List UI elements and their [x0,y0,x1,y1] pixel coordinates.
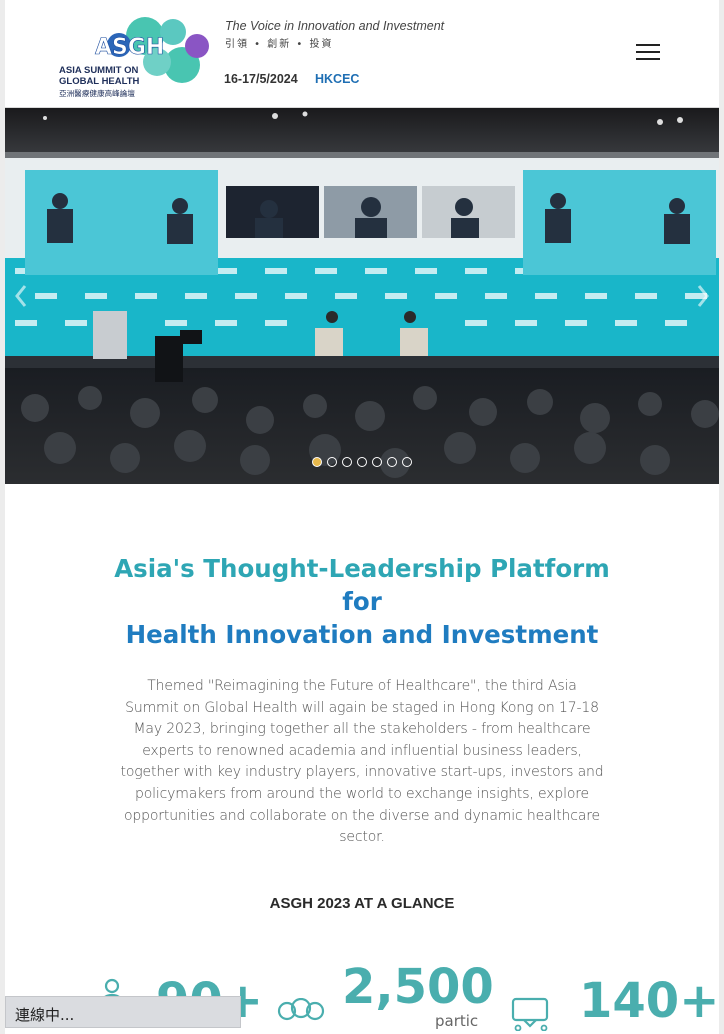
headline-line2: for [342,587,382,616]
intro-paragraph: Themed "Reimagining the Future of Health… [120,678,604,846]
carousel-dot-4[interactable] [357,457,367,467]
people-group-icon [277,998,325,1021]
stat-sessions-value: 140+ [579,973,719,1029]
headline-line1: Asia's Thought-Leadership Platform [114,554,610,583]
page: ASGH ASIA SUMMIT ON GLOBAL HEALTH 亞洲醫療健康… [5,0,719,1034]
tagline: The Voice in Innovation and Investment [225,19,445,33]
event-venue: HKCEC [315,72,360,86]
logo-mark: ASGH [95,35,164,60]
carousel-indicators [312,457,412,467]
hero-carousel[interactable] [5,108,719,484]
headline-line3: Health Innovation and Investment [125,620,599,649]
logo-line2: GLOBAL HEALTH [59,76,140,87]
carousel-dot-7[interactable] [402,457,412,467]
hero-slide-image [5,108,719,484]
logo-line1: ASIA SUMMIT ON [59,65,138,76]
carousel-dot-1[interactable] [312,457,322,467]
presentation-icon [511,997,549,1031]
stat-participants-value: 2,500 [342,959,494,1015]
site-header: ASGH ASIA SUMMIT ON GLOBAL HEALTH 亞洲醫療健康… [5,0,719,108]
hamburger-menu-icon[interactable] [633,40,663,64]
logo-cn: 亞洲醫療健康高峰論壇 [59,88,135,98]
carousel-dot-2[interactable] [327,457,337,467]
event-dates: 16-17/5/2024 [224,72,298,86]
intro-headline: Asia's Thought-Leadership Platform for H… [5,552,719,651]
chevron-left-icon[interactable] [9,278,33,314]
carousel-dot-3[interactable] [342,457,352,467]
stat-participants-label: partic [435,1012,479,1030]
carousel-dot-6[interactable] [387,457,397,467]
chevron-right-icon[interactable] [691,278,715,314]
tagline-cn: 引領 • 創新 • 投資 [225,39,334,50]
glance-title: ASGH 2023 AT A GLANCE [269,895,455,912]
carousel-dot-5[interactable] [372,457,382,467]
asgh-logo[interactable]: ASGH ASIA SUMMIT ON GLOBAL HEALTH 亞洲醫療健康… [57,10,217,100]
browser-status-bar: 連線中... [5,996,241,1028]
